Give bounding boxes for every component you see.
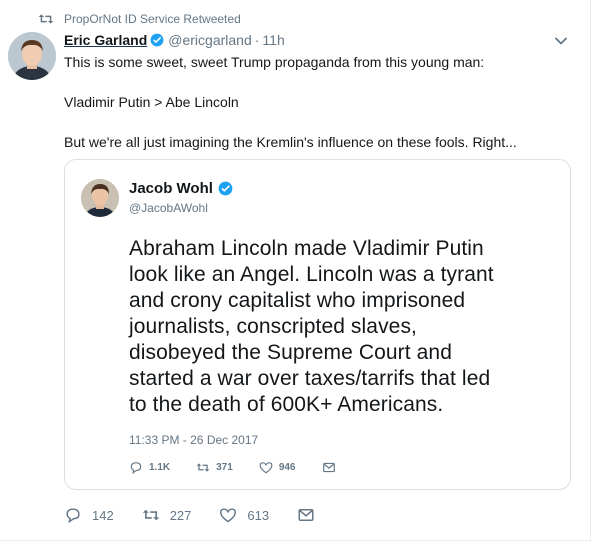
- quoted-message: [322, 461, 342, 474]
- separator-dot: ·: [254, 32, 260, 48]
- reply-icon: [130, 461, 142, 474]
- like-count: 613: [247, 507, 270, 523]
- quoted-retweet-count: 371: [216, 461, 233, 473]
- heart-icon: [220, 508, 237, 523]
- retweet-count: 227: [169, 507, 192, 523]
- verified-badge-icon: [218, 181, 233, 196]
- direct-message-button[interactable]: [297, 507, 325, 523]
- retweet-icon: [38, 14, 54, 24]
- avatar[interactable]: [8, 32, 56, 80]
- reply-button[interactable]: 142: [64, 507, 114, 523]
- verified-badge-icon: [150, 33, 164, 47]
- quoted-action-bar: 1.1K 371 946: [129, 459, 368, 475]
- chevron-down-icon[interactable]: [554, 35, 568, 47]
- like-button[interactable]: 613: [219, 507, 269, 523]
- quoted-retweet: 371: [196, 461, 233, 474]
- display-name[interactable]: Eric Garland: [64, 32, 147, 48]
- retweet-button[interactable]: 227: [142, 507, 192, 523]
- retweet-context-label[interactable]: PropOrNot ID Service Retweeted: [64, 12, 241, 26]
- quoted-reply: 1.1K: [129, 461, 170, 474]
- quoted-avatar-image: [81, 179, 119, 217]
- quoted-tweet-text: Abraham Lincoln made Vladimir Putin look…: [129, 236, 559, 418]
- avatar-image: [8, 32, 56, 80]
- envelope-icon: [322, 462, 335, 472]
- quoted-timestamp: 11:33 PM - 26 Dec 2017: [129, 433, 259, 447]
- retweet-icon: [196, 462, 210, 472]
- envelope-icon: [298, 509, 314, 521]
- quoted-text-line: and crony capitalist who imprisoned: [129, 289, 466, 312]
- tweet-action-bar: 142 227 613: [64, 506, 353, 524]
- quoted-tweet[interactable]: Jacob Wohl @JacobAWohl Abraham Lincoln m…: [64, 159, 571, 490]
- retweet-context: PropOrNot ID Service Retweeted: [38, 11, 241, 27]
- tweet-text-line: This is some sweet, sweet Trump propagan…: [64, 54, 485, 70]
- tweet-text-line: But we're all just imagining the Kremlin…: [64, 134, 517, 150]
- heart-icon: [259, 461, 273, 473]
- quoted-text-line: look like an Angel. Lincoln was a tyrant: [129, 263, 494, 286]
- tweet-text-line: Vladimir Putin > Abe Lincoln: [64, 94, 239, 110]
- tweet-time[interactable]: 11h: [262, 32, 284, 48]
- quoted-tweet-screenshot: Jacob Wohl @JacobAWohl Abraham Lincoln m…: [71, 166, 564, 483]
- quoted-avatar: [81, 179, 119, 217]
- reply-icon: [66, 508, 80, 523]
- quoted-like-count: 946: [278, 461, 296, 473]
- retweet-icon: [142, 509, 159, 521]
- quoted-text-line: to the death of 600K+ Americans.: [129, 393, 444, 416]
- quoted-display-name-text: Jacob Wohl: [129, 180, 213, 197]
- quoted-text-line: disobeyed the Supreme Court and: [129, 341, 452, 364]
- quoted-display-name: Jacob Wohl: [129, 180, 237, 197]
- quoted-handle: @JacobAWohl: [129, 201, 208, 215]
- quoted-reply-count: 1.1K: [149, 461, 171, 473]
- tweet-card[interactable]: PropOrNot ID Service Retweeted Eric Garl…: [0, 0, 591, 541]
- quoted-text-line: Abraham Lincoln made Vladimir Putin: [129, 237, 484, 260]
- reply-count: 142: [92, 507, 114, 523]
- quoted-like: 946: [259, 461, 296, 474]
- quoted-text-line: started a war over taxes/tarrifs that le…: [129, 367, 491, 390]
- quoted-text-line: journalists, conscripted slaves,: [129, 315, 417, 338]
- user-handle[interactable]: @ericgarland: [168, 32, 251, 48]
- tweet-header: Eric Garland @ericgarland · 11h: [64, 31, 285, 49]
